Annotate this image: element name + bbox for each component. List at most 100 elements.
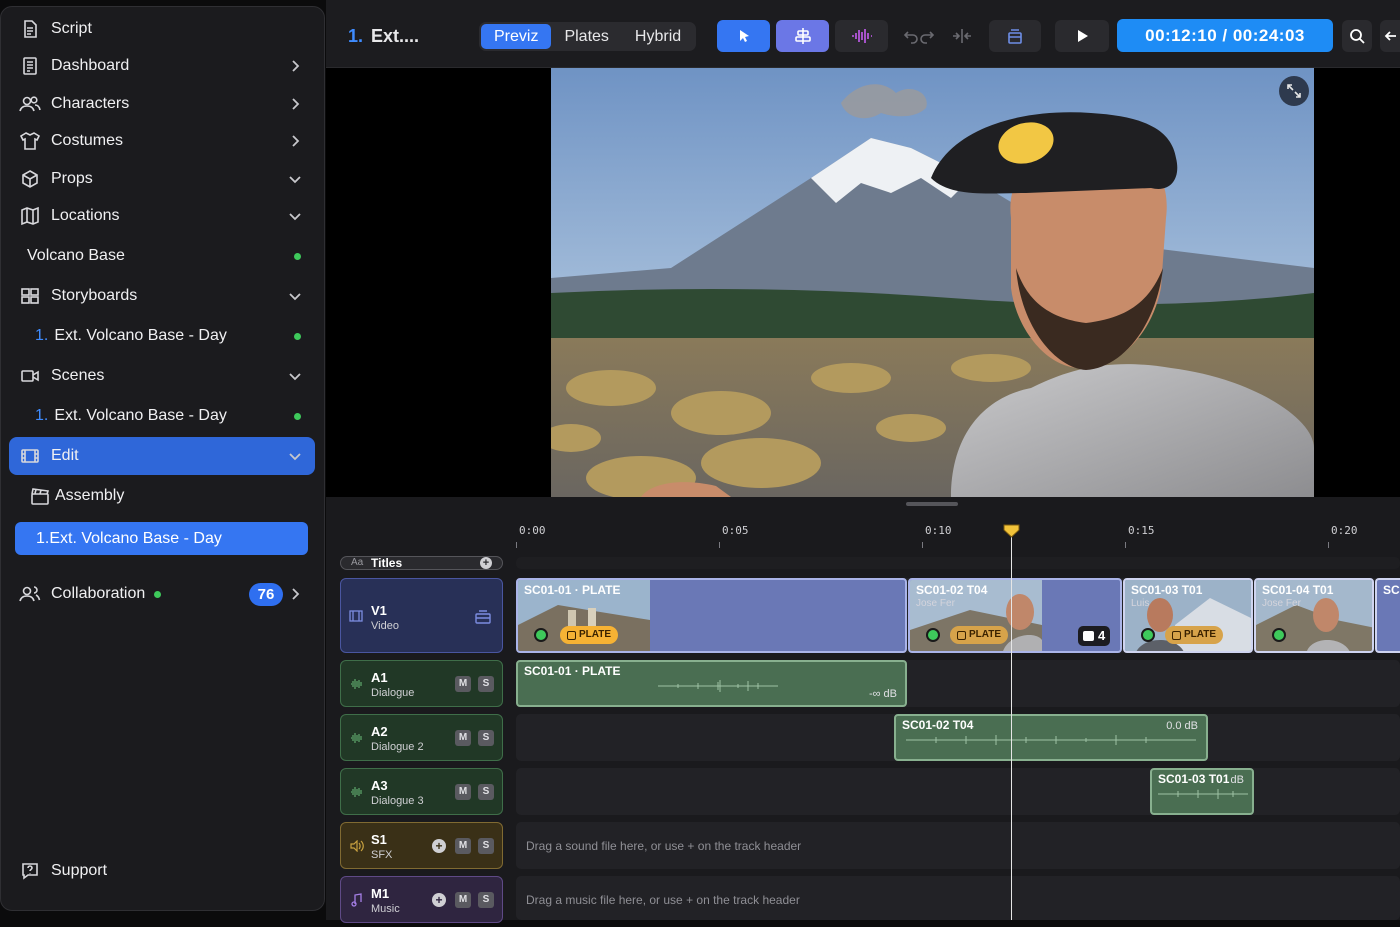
audio-clip[interactable]: SC01-02 T04 0.0 dB <box>894 714 1208 761</box>
track-header-m1[interactable]: M1 Music + M S <box>340 876 503 923</box>
add-sound-button[interactable]: + <box>432 839 446 853</box>
mute-button[interactable]: M <box>455 730 471 746</box>
sidebar-item-storyboard-scene[interactable]: 1. Ext. Volcano Base - Day <box>9 318 315 354</box>
chevron-right-icon[interactable] <box>287 586 303 602</box>
track-header-a3[interactable]: A3 Dialogue 3 M S <box>340 768 503 815</box>
sidebar-item-assembly[interactable]: Assembly <box>9 478 315 514</box>
sidebar-item-scenes[interactable]: Scenes <box>9 358 315 394</box>
mute-button[interactable]: M <box>455 784 471 800</box>
chevron-right-icon[interactable] <box>287 58 303 74</box>
sidebar-item-storyboards[interactable]: Storyboards <box>9 278 315 314</box>
sidebar-item-scene[interactable]: 1. Ext. Volcano Base - Day <box>9 398 315 434</box>
track-header-s1[interactable]: S1 SFX + M S <box>340 822 503 869</box>
align-icon <box>794 28 811 44</box>
plate-badge: PLATE <box>1165 626 1224 644</box>
titles-lane[interactable] <box>516 557 1400 569</box>
ruler-label: 0:05 <box>722 524 749 537</box>
add-title-icon[interactable]: + <box>480 557 492 569</box>
sidebar-item-text: 1.Ext. Volcano Base - Day <box>35 407 227 425</box>
chevron-down-icon[interactable] <box>287 288 303 304</box>
sidebar-item-support[interactable]: Support <box>9 853 315 889</box>
zoom-button[interactable] <box>1342 20 1372 52</box>
music-lane[interactable]: Drag a music file here, or use + on the … <box>516 876 1400 920</box>
mute-button[interactable]: M <box>455 676 471 692</box>
sidebar-item-edit-scene[interactable]: 1.Ext. Volcano Base - Day <box>15 522 308 555</box>
sfx-lane[interactable]: Drag a sound file here, or use + on the … <box>516 822 1400 869</box>
solo-button[interactable]: S <box>478 784 494 800</box>
sidebar-item-label: Script <box>51 20 92 37</box>
play-button[interactable] <box>1055 20 1109 52</box>
undo-icon[interactable] <box>903 28 919 44</box>
video-clip[interactable]: SC0 <box>1375 578 1400 653</box>
mute-button[interactable]: M <box>455 892 471 908</box>
sidebar-item-characters[interactable]: Characters <box>9 86 315 122</box>
audio-clip[interactable]: SC01-01 · PLATE -∞ dB <box>516 660 907 707</box>
chevron-down-icon[interactable] <box>287 208 303 224</box>
ruler-label: 0:00 <box>519 524 546 537</box>
resize-handle[interactable] <box>906 502 958 506</box>
sidebar-item-props[interactable]: Props <box>9 161 315 197</box>
add-music-button[interactable]: + <box>432 893 446 907</box>
mode-previz-button[interactable]: Previz <box>481 24 552 49</box>
video-clip[interactable]: SC01-02 T04 Jose Fer PLATE 4 <box>908 578 1122 653</box>
redo-icon[interactable] <box>919 28 935 44</box>
shirt-icon <box>19 132 41 150</box>
take-count[interactable]: 4 <box>1078 626 1111 646</box>
sidebar: Script Dashboard Characters Costumes Pro… <box>0 6 325 911</box>
video-clip[interactable]: SC01-01 · PLATE PLATE <box>516 578 907 653</box>
collapse-button[interactable] <box>1380 20 1400 52</box>
track-header-a2[interactable]: A2 Dialogue 2 M S <box>340 714 503 761</box>
mute-button[interactable]: M <box>455 838 471 854</box>
audio-lane-a2[interactable]: SC01-02 T04 0.0 dB <box>516 714 1400 761</box>
chevron-right-icon[interactable] <box>287 133 303 149</box>
playhead-marker[interactable] <box>1003 524 1020 538</box>
sidebar-item-costumes[interactable]: Costumes <box>9 123 315 159</box>
arrow-left-icon <box>1384 31 1396 41</box>
timecode-display[interactable]: 00:12:10 / 00:24:03 <box>1117 19 1333 52</box>
sidebar-item-volcano-base[interactable]: Volcano Base <box>9 238 315 274</box>
track-header-a1[interactable]: A1 Dialogue M S <box>340 660 503 707</box>
waveform-icon <box>351 733 362 743</box>
track-id: M1 <box>371 886 390 901</box>
clip-title: SC0 <box>1383 583 1400 597</box>
fullscreen-button[interactable] <box>1279 76 1309 106</box>
plate-badge: PLATE <box>950 626 1009 644</box>
chevron-down-icon[interactable] <box>287 171 303 187</box>
video-lane[interactable]: SC01-01 · PLATE PLATE SC01-02 T04 Jose F… <box>516 578 1400 653</box>
volume-level: -∞ dB <box>868 688 897 700</box>
sidebar-item-script[interactable]: Script <box>9 11 315 47</box>
solo-button[interactable]: S <box>478 730 494 746</box>
audio-waveform-button[interactable] <box>835 20 888 52</box>
sidebar-item-edit[interactable]: Edit <box>9 437 315 475</box>
audio-lane-a3[interactable]: SC01-03 T01 dB <box>516 768 1400 815</box>
sidebar-item-collaboration[interactable]: Collaboration 76 <box>9 576 315 612</box>
track-header-v1[interactable]: V1 Video <box>340 578 503 653</box>
solo-button[interactable]: S <box>478 892 494 908</box>
titles-track-header[interactable]: Aa Titles + <box>340 556 503 570</box>
playhead-line[interactable] <box>1011 528 1012 920</box>
sidebar-item-text: 1.Ext. Volcano Base - Day <box>36 530 222 548</box>
solo-button[interactable]: S <box>478 676 494 692</box>
split-button[interactable] <box>948 20 976 52</box>
track-id: V1 <box>371 603 387 618</box>
audio-lane-a1[interactable]: SC01-01 · PLATE -∞ dB <box>516 660 1400 707</box>
solo-button[interactable]: S <box>478 838 494 854</box>
video-clip[interactable]: SC01-04 T01 Jose Fer <box>1254 578 1374 653</box>
mode-plates-button[interactable]: Plates <box>551 24 621 49</box>
status-dot <box>534 628 548 642</box>
align-tool-button[interactable] <box>776 20 829 52</box>
chevron-right-icon[interactable] <box>287 96 303 112</box>
select-tool-button[interactable] <box>717 20 770 52</box>
stack-icon[interactable] <box>474 608 492 624</box>
chevron-down-icon[interactable] <box>287 368 303 384</box>
sidebar-item-locations[interactable]: Locations <box>9 198 315 234</box>
clip-stack-button[interactable] <box>989 20 1041 52</box>
take-count-value: 4 <box>1098 628 1106 643</box>
video-clip[interactable]: SC01-03 T01 Luis PLATE <box>1123 578 1253 653</box>
chevron-down-icon[interactable] <box>287 448 303 464</box>
preview-frame[interactable] <box>551 68 1314 497</box>
sidebar-item-dashboard[interactable]: Dashboard <box>9 48 315 84</box>
mode-hybrid-button[interactable]: Hybrid <box>622 24 694 49</box>
audio-clip[interactable]: SC01-03 T01 dB <box>1150 768 1254 815</box>
undo-redo-group <box>899 20 939 52</box>
